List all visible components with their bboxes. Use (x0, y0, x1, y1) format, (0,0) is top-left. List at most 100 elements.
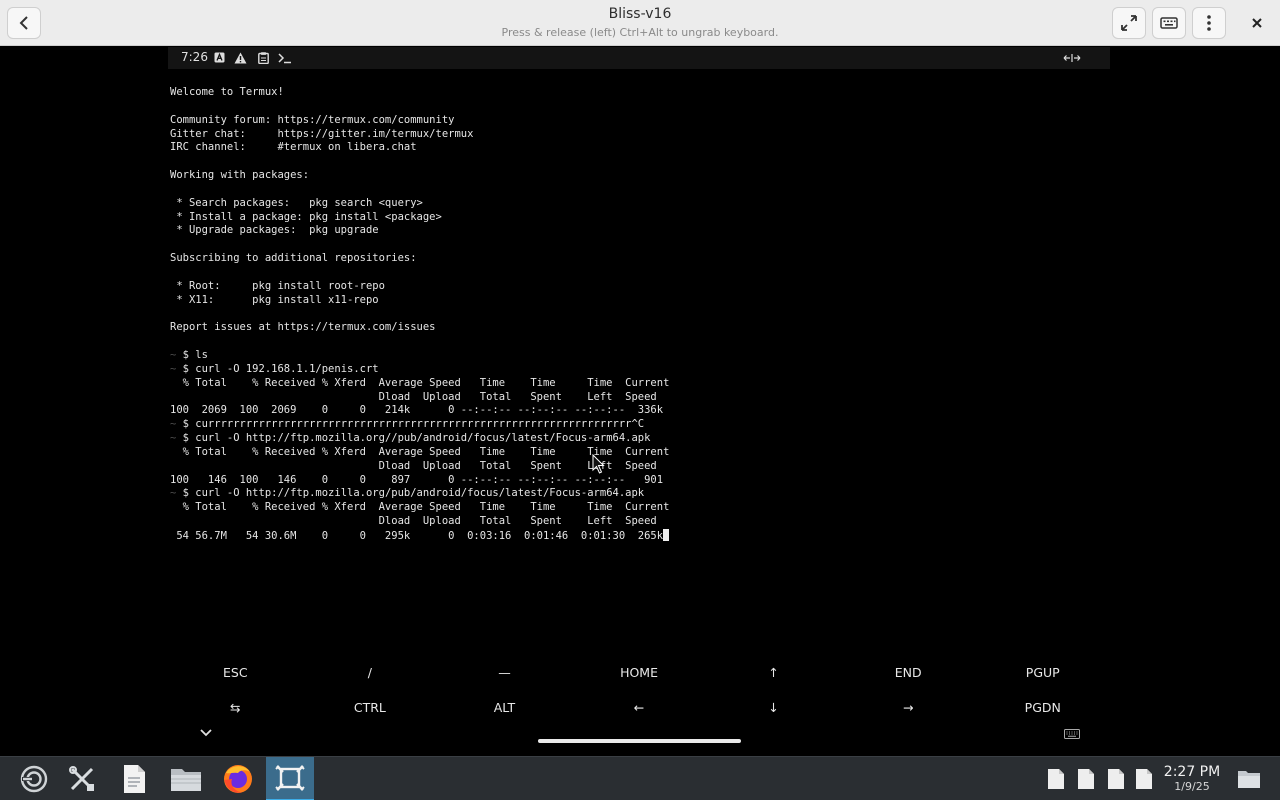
extra-key[interactable]: ESC (168, 656, 303, 690)
terminal-line: ~ $ curl -O http://ftp.mozilla.org/pub/a… (170, 487, 1100, 501)
file-manager-icon (171, 769, 201, 791)
clock-date[interactable]: 1/9/25 (1160, 780, 1224, 793)
terminal-text: 100 2069 100 2069 0 0 214k 0 --:--:-- --… (170, 404, 664, 417)
tray-document-icon[interactable] (1047, 768, 1065, 790)
tray-document-icon[interactable] (1077, 768, 1095, 790)
terminal-text: 100 146 100 146 0 0 897 0 --:--:-- --:--… (170, 473, 664, 486)
terminal-line: Community forum: https://termux.com/comm… (170, 114, 1100, 128)
window-titlebar: Bliss-v16 Press & release (left) Ctrl+Al… (0, 0, 1280, 46)
terminal-line: ~ $ currrrrrrrrrrrrrrrrrrrrrrrrrrrrrrrrr… (170, 418, 1100, 432)
extra-key[interactable]: CTRL (303, 691, 438, 716)
window-subtitle: Press & release (left) Ctrl+Alt to ungra… (501, 26, 779, 39)
terminal-text: Dload Upload Total Spent Left Speed (170, 390, 657, 403)
terminal-icon (278, 53, 291, 64)
terminal-line: Working with packages: (170, 169, 1100, 183)
taskbar-firefox[interactable] (214, 757, 262, 800)
terminal-text: * Root: pkg install root-repo (170, 279, 385, 292)
terminal-text: $ currrrrrrrrrrrrrrrrrrrrrrrrrrrrrrrrrrr… (176, 418, 645, 431)
close-button[interactable] (1240, 7, 1274, 39)
ime-keyboard-icon[interactable] (1064, 729, 1080, 739)
termux-terminal[interactable]: Welcome to Termux! Community forum: https… (170, 86, 1100, 546)
taskbar-text-editor[interactable] (110, 757, 158, 800)
extra-key[interactable]: END (841, 656, 976, 690)
clipboard-icon (258, 52, 269, 64)
gesture-nav-handle[interactable] (538, 739, 741, 743)
text-editor-icon (124, 765, 145, 793)
terminal-text: $ curl -O http://ftp.mozilla.org//pub/an… (176, 432, 651, 445)
terminal-line: Subscribing to additional repositories: (170, 252, 1100, 266)
terminal-text: * Install a package: pkg install <packag… (170, 210, 442, 223)
fullscreen-icon (1121, 15, 1137, 31)
terminal-text: $ curl -O 192.168.1.1/penis.crt (176, 362, 379, 375)
terminal-line: 54 56.7M 54 30.6M 0 0 295k 0 0:03:16 0:0… (170, 529, 1100, 543)
fullscreen-button[interactable] (1112, 7, 1146, 39)
extra-key[interactable]: ⇆ (168, 691, 303, 716)
terminal-text: Report issues at https://termux.com/issu… (170, 321, 436, 334)
tray-document-icon[interactable] (1135, 768, 1153, 790)
terminal-line: 100 146 100 146 0 0 897 0 --:--:-- --:--… (170, 474, 1100, 488)
terminal-text: * Upgrade packages: pkg upgrade (170, 224, 379, 237)
terminal-line: Dload Upload Total Spent Left Speed (170, 391, 1100, 405)
notification-a-icon (214, 52, 225, 63)
show-desktop-folder-icon[interactable] (1237, 769, 1261, 789)
terminal-line: * Search packages: pkg search <query> (170, 197, 1100, 211)
terminal-text: Working with packages: (170, 169, 310, 182)
keyboard-swap-icon (1063, 54, 1081, 62)
extra-keys-row-1: ESC / — HOME ↑ END PGUP (168, 656, 1110, 690)
taskbar-file-manager[interactable] (162, 757, 210, 800)
terminal-line: Report issues at https://termux.com/issu… (170, 321, 1100, 335)
terminal-line: ~ $ ls (170, 349, 1100, 363)
terminal-text: Dload Upload Total Spent Left Speed (170, 459, 657, 472)
terminal-text: % Total % Received % Xferd Average Speed… (170, 501, 670, 514)
terminal-text: * Search packages: pkg search <query> (170, 196, 423, 209)
taskbar-system-settings[interactable] (58, 757, 106, 800)
terminal-line: Welcome to Termux! (170, 86, 1100, 100)
terminal-text: Dload Upload Total Spent Left Speed (170, 515, 657, 528)
terminal-cursor (663, 529, 670, 541)
extra-keys-row-2: ⇆ CTRL ALT ← ↓ → PGDN (168, 691, 1110, 716)
extra-key[interactable]: PGUP (975, 656, 1110, 690)
menu-button[interactable] (1192, 7, 1226, 39)
extra-key[interactable]: HOME (572, 656, 707, 690)
warning-icon (234, 52, 247, 64)
terminal-text: Welcome to Termux! (170, 86, 284, 98)
terminal-line: ~ $ curl -O http://ftp.mozilla.org//pub/… (170, 432, 1100, 446)
extra-key[interactable]: ↑ (706, 656, 841, 690)
window-title: Bliss-v16 (608, 6, 672, 22)
extra-key[interactable]: ALT (437, 691, 572, 716)
terminal-text: IRC channel: #termux on libera.chat (170, 141, 417, 154)
clock-time[interactable]: 2:27 PM (1160, 764, 1224, 780)
terminal-text: Gitter chat: https://gitter.im/termux/te… (170, 127, 474, 140)
system-settings-icon (69, 766, 94, 791)
extra-key[interactable]: — (437, 656, 572, 690)
extra-key[interactable]: → (841, 691, 976, 716)
extra-key[interactable]: ↓ (706, 691, 841, 716)
app-launcher-button[interactable] (10, 757, 58, 800)
extra-key[interactable]: ← (572, 691, 707, 716)
extra-key[interactable]: PGDN (975, 691, 1110, 716)
taskbar-virt-manager[interactable] (266, 757, 314, 800)
terminal-text: 54 56.7M 54 30.6M 0 0 295k 0 0:03:16 0:0… (170, 530, 664, 542)
keyboard-icon (1160, 17, 1178, 29)
terminal-line: * Install a package: pkg install <packag… (170, 211, 1100, 225)
plasma-taskbar (0, 756, 1280, 800)
terminal-line: Gitter chat: https://gitter.im/termux/te… (170, 128, 1100, 142)
terminal-line: 100 2069 100 2069 0 0 214k 0 --:--:-- --… (170, 404, 1100, 418)
terminal-text: Subscribing to additional repositories: (170, 252, 417, 265)
tray-document-icon[interactable] (1107, 768, 1125, 790)
terminal-line: * X11: pkg install x11-repo (170, 294, 1100, 308)
terminal-line: Dload Upload Total Spent Left Speed (170, 460, 1100, 474)
terminal-text: Community forum: https://termux.com/comm… (170, 113, 455, 126)
extra-key[interactable]: / (303, 656, 438, 690)
hide-keyboard-chevron-icon[interactable] (199, 727, 213, 739)
terminal-line: Dload Upload Total Spent Left Speed (170, 515, 1100, 529)
send-keys-button[interactable] (1152, 7, 1186, 39)
terminal-text: $ curl -O http://ftp.mozilla.org/pub/and… (176, 487, 645, 500)
terminal-line: ~ $ curl -O 192.168.1.1/penis.crt (170, 363, 1100, 377)
